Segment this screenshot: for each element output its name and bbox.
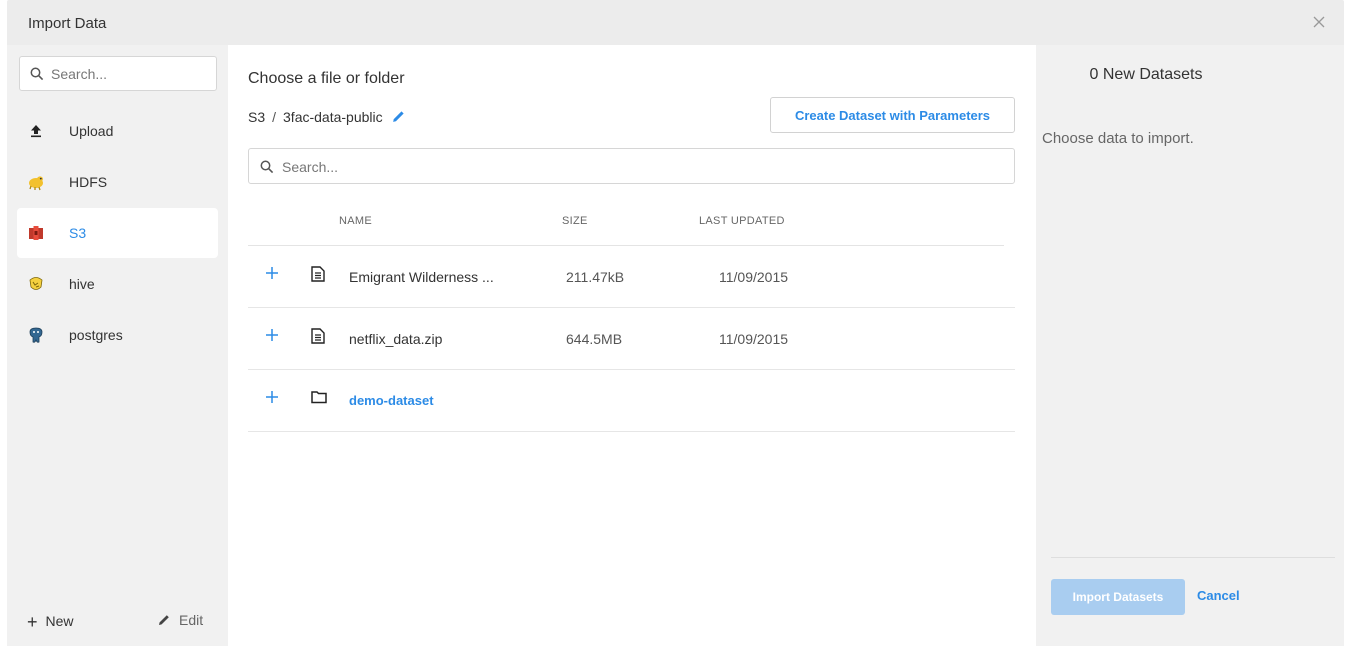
create-dataset-with-parameters-button[interactable]: Create Dataset with Parameters bbox=[770, 97, 1015, 133]
import-datasets-button[interactable]: Import Datasets bbox=[1051, 579, 1185, 615]
new-label: New bbox=[45, 613, 74, 629]
sidebar-item-hdfs[interactable]: HDFS bbox=[17, 157, 218, 207]
file-size: 211.47kB bbox=[566, 269, 625, 285]
column-header-size[interactable]: SIZE bbox=[562, 215, 588, 227]
dialog-title: Import Data bbox=[28, 15, 107, 32]
sidebar-item-postgres[interactable]: postgres bbox=[17, 310, 218, 360]
sidebar-item-upload[interactable]: Upload bbox=[17, 106, 218, 156]
file-last-updated: 11/09/2015 bbox=[719, 331, 789, 347]
file-search bbox=[248, 148, 1015, 184]
s3-icon bbox=[29, 226, 43, 240]
file-name[interactable]: Emigrant Wilderness ... bbox=[349, 269, 494, 285]
upload-icon bbox=[31, 125, 41, 138]
new-connection-button[interactable]: + New bbox=[27, 612, 74, 633]
file-icon bbox=[311, 266, 325, 282]
file-icon bbox=[311, 328, 325, 344]
hdfs-icon bbox=[29, 176, 43, 191]
selected-datasets-panel: 0 New Datasets Choose data to import. Im… bbox=[1036, 45, 1344, 646]
edit-connections-button[interactable]: Edit bbox=[157, 612, 203, 628]
file-name[interactable]: netflix_data.zip bbox=[349, 331, 442, 347]
hive-icon bbox=[29, 277, 43, 290]
sidebar-item-label: Upload bbox=[69, 123, 114, 139]
search-icon bbox=[30, 67, 44, 81]
import-data-dialog: Import Data Upload bbox=[7, 0, 1344, 646]
close-icon[interactable] bbox=[1310, 13, 1328, 31]
sidebar-item-label: hive bbox=[69, 276, 95, 292]
file-last-updated: 11/09/2015 bbox=[719, 269, 789, 285]
column-header-name[interactable]: NAME bbox=[339, 215, 372, 227]
sidebar-search-input[interactable] bbox=[51, 64, 211, 84]
breadcrumb-bucket[interactable]: 3fac-data-public bbox=[283, 109, 383, 125]
search-icon bbox=[260, 160, 274, 174]
sidebar-item-label: HDFS bbox=[69, 174, 108, 190]
sidebar-search bbox=[19, 56, 217, 91]
pencil-icon bbox=[159, 615, 169, 625]
file-search-input[interactable] bbox=[282, 157, 982, 177]
cancel-button[interactable]: Cancel bbox=[1197, 588, 1240, 603]
empty-hint: Choose data to import. bbox=[1042, 130, 1194, 147]
folder-icon bbox=[311, 391, 327, 404]
file-browser: Choose a file or folder S3 / 3fac-data-pub… bbox=[228, 45, 1036, 646]
dialog-titlebar: Import Data bbox=[7, 0, 1344, 45]
new-datasets-count: 0 New Datasets bbox=[1089, 66, 1203, 83]
column-header-last-updated[interactable]: LAST UPDATED bbox=[699, 215, 785, 227]
sidebar-footer: + New Edit bbox=[7, 596, 228, 646]
file-size: 644.5MB bbox=[566, 331, 623, 347]
edit-label: Edit bbox=[179, 612, 204, 628]
sidebar-item-label: S3 bbox=[69, 225, 87, 241]
add-icon[interactable] bbox=[265, 266, 279, 280]
table-header: NAME SIZE LAST UPDATED bbox=[248, 205, 1004, 246]
breadcrumb: S3 / 3fac-data-public bbox=[248, 109, 406, 125]
sidebar-item-hive[interactable]: hive bbox=[17, 259, 218, 309]
connections-sidebar: Upload HDFS S3 hi bbox=[7, 45, 228, 646]
page-title: Choose a file or folder bbox=[248, 70, 405, 87]
add-icon[interactable] bbox=[265, 328, 279, 342]
table-row[interactable]: Emigrant Wilderness ... 211.47kB 11/09/2… bbox=[248, 246, 1015, 308]
breadcrumb-root[interactable]: S3 bbox=[248, 109, 265, 125]
add-icon[interactable] bbox=[265, 390, 279, 404]
divider bbox=[1051, 557, 1335, 558]
table-row[interactable]: netflix_data.zip 644.5MB 11/09/2015 bbox=[248, 308, 1015, 370]
table-row[interactable]: demo-dataset bbox=[248, 370, 1015, 432]
folder-name[interactable]: demo-dataset bbox=[349, 393, 434, 408]
sidebar-item-label: postgres bbox=[69, 327, 123, 343]
plus-icon: + bbox=[27, 612, 38, 632]
edit-path-pencil-icon[interactable] bbox=[391, 109, 406, 124]
postgres-icon bbox=[29, 327, 43, 343]
breadcrumb-separator: / bbox=[272, 109, 277, 125]
sidebar-item-s3[interactable]: S3 bbox=[17, 208, 218, 258]
